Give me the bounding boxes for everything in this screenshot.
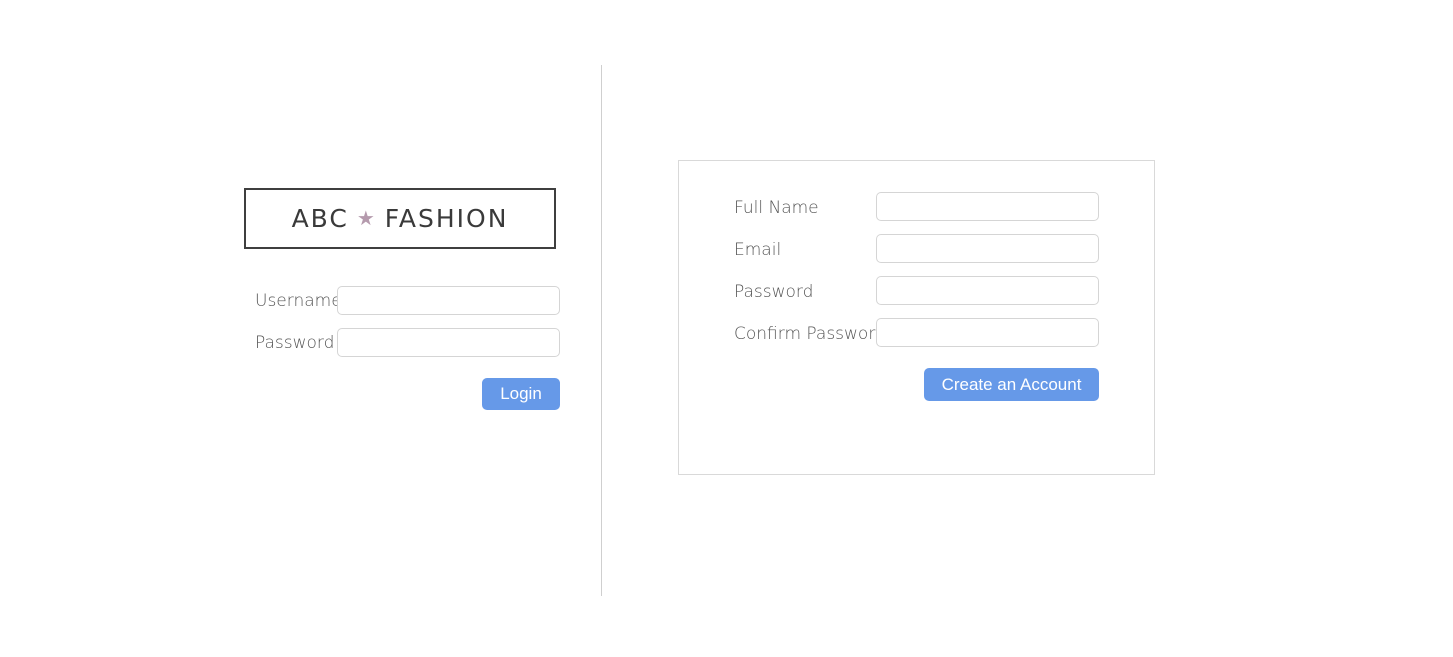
- password-input[interactable]: [337, 328, 560, 357]
- login-button[interactable]: Login: [482, 378, 560, 410]
- email-label: Email: [734, 240, 782, 260]
- username-label: Username: [255, 291, 342, 311]
- brand-logo: ABC ★ FASHION: [244, 188, 556, 249]
- password-row: Password: [255, 328, 334, 358]
- create-account-button[interactable]: Create an Account: [924, 368, 1099, 401]
- confirm-password-row: Confirm Password: [734, 319, 886, 349]
- confirm-password-label: Confirm Password: [734, 324, 886, 344]
- logo-right-text: FASHION: [384, 204, 509, 233]
- email-input[interactable]: [876, 234, 1099, 263]
- star-icon: ★: [356, 205, 377, 230]
- full-name-label: Full Name: [734, 198, 819, 218]
- register-password-label: Password: [734, 282, 814, 302]
- register-password-row: Password: [734, 277, 813, 307]
- username-row: Username: [255, 286, 342, 316]
- logo-left-text: ABC: [291, 204, 349, 233]
- username-input[interactable]: [337, 286, 560, 315]
- full-name-row: Full Name: [734, 193, 819, 223]
- password-label: Password: [255, 333, 335, 353]
- register-password-input[interactable]: [876, 276, 1099, 305]
- vertical-divider: [601, 65, 602, 596]
- full-name-input[interactable]: [876, 192, 1099, 221]
- page: ABC ★ FASHION Username Password Login Fu…: [0, 0, 1453, 657]
- email-row: Email: [734, 235, 781, 265]
- confirm-password-input[interactable]: [876, 318, 1099, 347]
